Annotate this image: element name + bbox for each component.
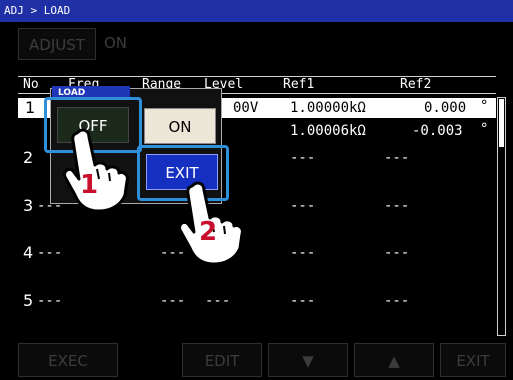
row-1b-degree: ° <box>480 121 489 137</box>
row-1b-ref2: -0.003 <box>412 123 463 139</box>
row-5-level: --- <box>205 293 231 309</box>
row-1-degree: ° <box>480 98 489 114</box>
row-5-range: --- <box>160 293 186 309</box>
step-2-badge: 2 <box>199 217 218 247</box>
exit-bottom-button[interactable]: EXIT <box>440 343 506 377</box>
header-ref2: Ref2 <box>400 77 432 92</box>
row-4-number: 4 <box>23 243 34 262</box>
header-ref1: Ref1 <box>283 77 315 92</box>
row-2-ref2: --- <box>384 150 410 166</box>
adjust-value: ON <box>104 34 128 52</box>
row-1b-ref1: 1.00006kΩ <box>290 123 366 139</box>
row-4-ref1: --- <box>290 245 316 261</box>
chevron-up-icon: ▲ <box>388 352 400 370</box>
window-title: ADJ > LOAD <box>0 0 513 22</box>
edit-button[interactable]: EDIT <box>182 343 262 377</box>
step-1-badge: 1 <box>80 170 99 200</box>
row-1-level: 00V <box>233 100 259 116</box>
row-1-ref1: 1.00000kΩ <box>290 100 366 116</box>
row-5-ref2: --- <box>384 293 410 309</box>
row-4-freq: --- <box>37 245 63 261</box>
chevron-down-icon: ▼ <box>302 352 314 370</box>
exec-button[interactable]: EXEC <box>18 343 118 377</box>
row-2-number: 2 <box>23 148 34 167</box>
row-3-number: 3 <box>23 196 34 215</box>
row-5-freq: --- <box>37 293 63 309</box>
scrollbar-thumb[interactable] <box>499 99 504 147</box>
row-1-number: 1 <box>25 98 36 117</box>
row-4-ref2: --- <box>384 245 410 261</box>
adjust-button[interactable]: ADJUST <box>18 28 96 60</box>
row-1-ref2: 0.000 <box>424 100 467 116</box>
row-3-ref1: --- <box>290 198 316 214</box>
vertical-scrollbar[interactable] <box>497 97 506 336</box>
on-button[interactable]: ON <box>144 108 216 144</box>
row-3-ref2: --- <box>384 198 410 214</box>
scroll-down-button[interactable]: ▼ <box>268 343 348 377</box>
scroll-up-button[interactable]: ▲ <box>354 343 434 377</box>
header-no: No <box>23 77 39 92</box>
row-2-ref1: --- <box>290 150 316 166</box>
row-5-number: 5 <box>23 291 34 310</box>
row-5-ref1: --- <box>290 293 316 309</box>
